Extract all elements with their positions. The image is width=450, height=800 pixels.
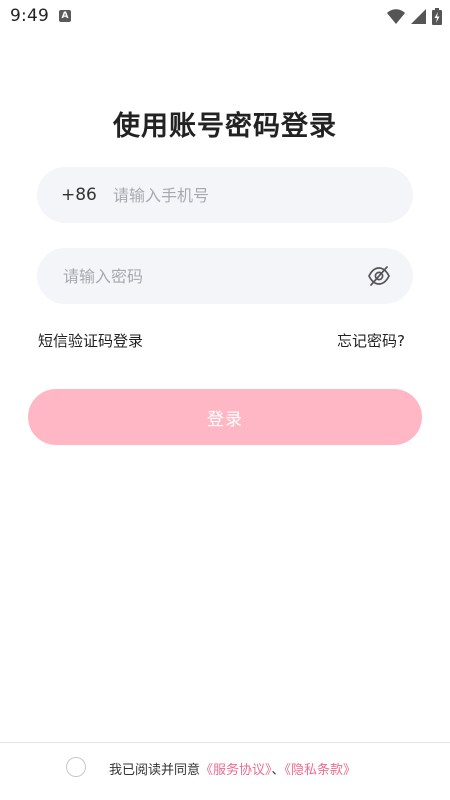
password-input[interactable] xyxy=(63,248,363,304)
wifi-icon xyxy=(387,8,405,24)
signal-icon xyxy=(411,8,426,24)
login-button[interactable]: 登录 xyxy=(28,389,422,445)
phone-input[interactable] xyxy=(113,167,383,223)
service-agreement-link[interactable]: 《服务协议》 xyxy=(200,763,272,778)
bottom-divider xyxy=(0,742,450,743)
page-title: 使用账号密码登录 xyxy=(113,111,337,142)
agreement-checkbox[interactable] xyxy=(66,757,86,777)
agreement-separator: 、 xyxy=(271,763,285,778)
eye-off-icon[interactable] xyxy=(367,265,391,287)
privacy-policy-link[interactable]: 《隐私条款》 xyxy=(285,763,357,778)
agreement-prefix: 我已阅读并同意 xyxy=(109,763,201,778)
status-time: 9:49 xyxy=(10,6,49,26)
phone-field[interactable]: +86 xyxy=(37,167,413,223)
forgot-password-link[interactable]: 忘记密码? xyxy=(337,330,405,351)
country-code[interactable]: +86 xyxy=(61,167,97,223)
battery-charging-icon xyxy=(432,7,442,25)
status-icons xyxy=(387,7,442,25)
status-bar: 9:49 A xyxy=(0,0,450,34)
password-field[interactable] xyxy=(37,248,413,304)
sms-login-link[interactable]: 短信验证码登录 xyxy=(38,330,143,351)
notification-a-icon: A xyxy=(59,10,71,22)
agreement-text: 我已阅读并同意《服务协议》、《隐私条款》 xyxy=(109,759,356,778)
